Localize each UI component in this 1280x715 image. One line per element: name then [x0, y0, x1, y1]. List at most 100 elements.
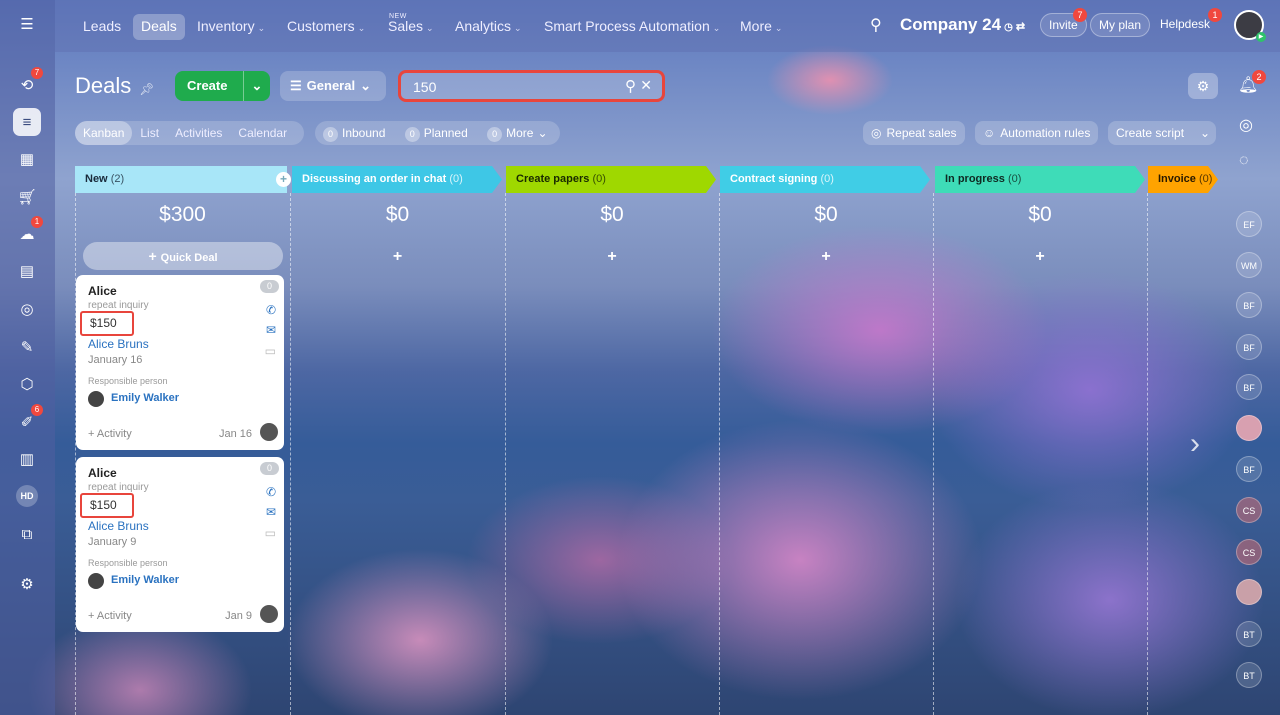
- chevron-down-icon[interactable]: ⌄: [1200, 121, 1210, 145]
- activity-date: Jan 16: [218, 428, 252, 440]
- create-button[interactable]: Create ⌄: [175, 71, 270, 101]
- quick-deal-button[interactable]: + Quick Deal: [83, 242, 283, 270]
- responsible-link[interactable]: Emily Walker: [111, 574, 179, 586]
- search-icon[interactable]: ⚲: [625, 77, 636, 95]
- nav-smart-process[interactable]: Smart Process Automation ⌄: [536, 14, 728, 40]
- contact-link[interactable]: Alice Bruns: [88, 337, 149, 351]
- invite-badge: 7: [1073, 8, 1087, 22]
- nav-analytics[interactable]: Analytics ⌄: [447, 14, 530, 40]
- tab-kanban[interactable]: Kanban: [75, 121, 133, 145]
- settings-icon[interactable]: ⚙: [13, 570, 41, 598]
- nav-leads[interactable]: Leads: [75, 14, 129, 40]
- menu-icon[interactable]: ☰: [13, 10, 41, 38]
- counter-inbound[interactable]: Inbound: [342, 126, 385, 140]
- contact-avatar[interactable]: BT: [1236, 621, 1262, 647]
- phone-icon[interactable]: ✆: [266, 303, 276, 317]
- avatar[interactable]: [260, 605, 278, 623]
- nav-deals[interactable]: Deals: [133, 14, 185, 40]
- contact-avatar[interactable]: EF: [1236, 211, 1262, 237]
- column-header-new[interactable]: New (2) +: [75, 166, 291, 193]
- counter-planned[interactable]: Planned: [424, 126, 468, 140]
- add-deal-plus-icon[interactable]: +: [505, 248, 719, 266]
- search-icon[interactable]: ⚲: [870, 15, 882, 35]
- column-header-in-progress[interactable]: In progress (0): [935, 166, 1145, 193]
- deal-card[interactable]: Alice repeat inquiry $150 Alice Bruns Ja…: [76, 275, 284, 450]
- add-deal-plus-icon[interactable]: +: [290, 248, 505, 266]
- activity-stream-icon[interactable]: ⟲ 7: [13, 67, 43, 99]
- robot-icon: ☺: [983, 126, 996, 140]
- storage-icon[interactable]: ▤: [13, 257, 41, 285]
- column-sum-create-papers: $0: [600, 203, 624, 226]
- contact-avatar[interactable]: [1236, 415, 1262, 441]
- contact-avatar[interactable]: BF: [1236, 334, 1262, 360]
- filter-preset-button[interactable]: ☰ General ⌄: [280, 71, 386, 101]
- contact-avatar[interactable]: BF: [1236, 374, 1262, 400]
- chat-icon[interactable]: ▭: [265, 526, 276, 540]
- automation-rules-button[interactable]: ☺ Automation rules: [975, 121, 1099, 145]
- add-deal-plus-icon[interactable]: +: [933, 248, 1147, 266]
- nav-sales[interactable]: NEW Sales ⌄: [380, 13, 442, 40]
- column-header-invoice[interactable]: Invoice (0): [1148, 166, 1218, 193]
- chart-icon[interactable]: ▥: [13, 445, 41, 473]
- column-header-contract-signing[interactable]: Contract signing (0): [720, 166, 930, 193]
- settings-gear-icon[interactable]: ⚙: [1188, 73, 1218, 99]
- tab-activities[interactable]: Activities: [167, 121, 230, 145]
- contact-avatar[interactable]: WM: [1236, 252, 1262, 278]
- nav-more[interactable]: More ⌄: [732, 14, 790, 40]
- chevron-down-icon: ⌄: [537, 126, 548, 140]
- add-activity-link[interactable]: + Activity: [88, 610, 132, 622]
- contact-avatar[interactable]: BF: [1236, 292, 1262, 318]
- hd-avatar[interactable]: HD: [13, 482, 41, 510]
- search-input[interactable]: 150 ⚲ ✕: [398, 70, 665, 102]
- tab-list[interactable]: List: [132, 121, 167, 145]
- contact-avatar[interactable]: BF: [1236, 456, 1262, 482]
- helpdesk-badge: 1: [1208, 8, 1222, 22]
- nav-customers[interactable]: Customers ⌄: [279, 14, 373, 40]
- chevron-down-icon[interactable]: ⌄: [243, 71, 270, 101]
- scroll-right-icon[interactable]: ›: [1190, 427, 1200, 461]
- more-count: 0: [487, 127, 503, 142]
- add-deal-plus-icon[interactable]: +: [719, 248, 933, 266]
- responsible-link[interactable]: Emily Walker: [111, 392, 179, 404]
- column-header-create-papers[interactable]: Create papers (0): [506, 166, 716, 193]
- add-activity-link[interactable]: + Activity: [88, 428, 132, 440]
- target-icon[interactable]: ◎: [13, 295, 41, 323]
- contact-link[interactable]: Alice Bruns: [88, 519, 149, 533]
- contact-avatar[interactable]: BT: [1236, 662, 1262, 688]
- chat-bubble-icon[interactable]: ◌: [1239, 152, 1249, 170]
- add-column-icon[interactable]: +: [276, 172, 291, 187]
- create-script-button[interactable]: Create script ⌄: [1108, 121, 1216, 145]
- my-plan-button[interactable]: My plan: [1090, 13, 1151, 37]
- company-name[interactable]: Company 24 ◷ ⇄: [900, 15, 1025, 35]
- apps-icon[interactable]: ⧉: [13, 520, 41, 548]
- copilot-icon[interactable]: ◎: [1239, 115, 1253, 135]
- cube-icon[interactable]: ⬡: [13, 370, 41, 398]
- chevron-down-icon: ⌄: [774, 23, 783, 33]
- deal-amount: $150: [80, 493, 134, 518]
- nav-inventory[interactable]: Inventory ⌄: [189, 14, 273, 40]
- plus-icon: +: [148, 248, 157, 264]
- mail-icon[interactable]: ✉: [266, 323, 276, 337]
- tasks-icon[interactable]: ✐ 6: [13, 404, 43, 436]
- repeat-sales-button[interactable]: ◎ Repeat sales: [863, 121, 965, 145]
- counter-more[interactable]: More: [506, 126, 533, 140]
- pen-icon[interactable]: ✎: [13, 333, 41, 361]
- crm-filter-icon[interactable]: ≡: [13, 108, 41, 136]
- deal-card[interactable]: Alice repeat inquiry $150 Alice Bruns Ja…: [76, 457, 284, 632]
- contact-avatar[interactable]: CS: [1236, 497, 1262, 523]
- close-icon[interactable]: ✕: [640, 77, 652, 94]
- contact-avatar[interactable]: [1236, 579, 1262, 605]
- column-header-discussing[interactable]: Discussing an order in chat (0): [292, 166, 502, 193]
- chat-icon[interactable]: ▭: [265, 344, 276, 358]
- mail-icon[interactable]: ✉: [266, 505, 276, 519]
- column-divider: [719, 193, 720, 715]
- calendar-icon[interactable]: ▦: [13, 145, 41, 173]
- cart-icon[interactable]: 🛒︎: [13, 183, 41, 211]
- robot-icon[interactable]: ☁ 1: [13, 216, 43, 248]
- contact-avatar[interactable]: CS: [1236, 539, 1262, 565]
- pin-icon[interactable]: 📌︎: [139, 82, 154, 96]
- tab-calendar[interactable]: Calendar: [230, 121, 295, 145]
- phone-icon[interactable]: ✆: [266, 485, 276, 499]
- avatar[interactable]: [260, 423, 278, 441]
- play-icon: ▶: [1256, 32, 1266, 42]
